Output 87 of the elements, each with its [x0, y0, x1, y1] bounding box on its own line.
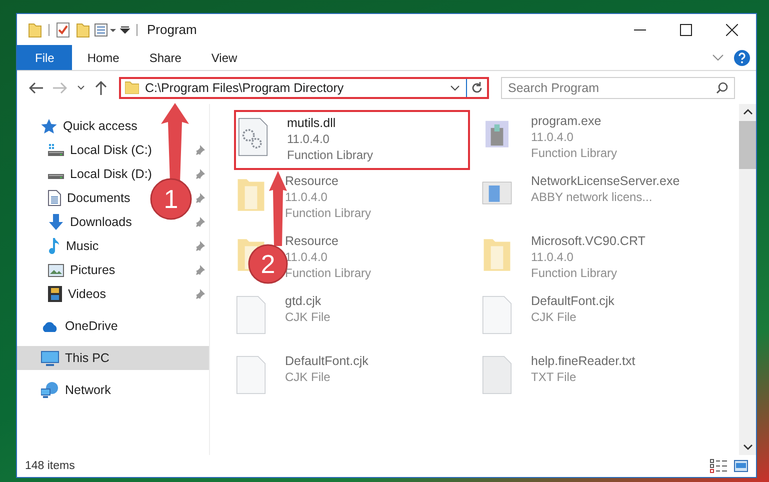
blank-file-icon — [236, 293, 266, 337]
text-file-icon — [482, 353, 512, 397]
drive-icon — [48, 143, 64, 157]
scroll-up-icon[interactable] — [742, 109, 752, 115]
film-icon — [48, 286, 62, 302]
pin-icon[interactable] — [195, 265, 205, 275]
file-name: NetworkLicenseServer.exe — [531, 173, 680, 189]
expand-ribbon-icon[interactable] — [712, 54, 724, 62]
step-badge: 1 — [150, 178, 192, 220]
scroll-down-icon[interactable] — [742, 444, 752, 450]
file-name: program.exe — [531, 113, 602, 129]
sidebar-item[interactable]: Quick access — [17, 114, 209, 138]
gear-file-icon — [238, 115, 268, 159]
up-icon[interactable] — [95, 80, 107, 94]
document-icon — [48, 190, 61, 206]
dropdown-icon[interactable] — [450, 84, 460, 90]
file-name: DefaultFont.cjk — [285, 353, 368, 369]
maximize-icon[interactable] — [680, 24, 692, 36]
sidebar-item[interactable]: Downloads — [70, 215, 132, 229]
file-type: Function Library — [531, 265, 618, 281]
drive-icon — [48, 174, 64, 178]
scrollbar-thumb[interactable] — [739, 121, 756, 169]
scrollbar[interactable] — [739, 104, 756, 455]
address-bar[interactable]: C:\Program Files\Program Directory — [119, 76, 489, 98]
pin-icon[interactable] — [195, 217, 205, 227]
file-type: Function Library — [287, 147, 374, 163]
quick-access-toolbar-icon[interactable] — [27, 20, 139, 38]
sidebar-item[interactable]: Pictures — [70, 263, 116, 277]
file-name: mutils.dll — [287, 115, 337, 131]
computer-icon — [41, 350, 59, 366]
file-type: Function Library — [285, 265, 372, 281]
download-icon — [48, 214, 64, 230]
file-name: Resource — [285, 233, 340, 249]
file-type: Function Library — [531, 145, 618, 161]
pin-icon[interactable] — [195, 145, 205, 155]
file-type: CJK File — [285, 309, 330, 325]
file-type: Function Library — [285, 205, 372, 221]
sidebar-item[interactable]: Local Disk (C:) — [70, 143, 152, 157]
file-type: ABBY network licens... — [531, 189, 654, 205]
file-name: help.fineReader.txt — [531, 353, 636, 369]
close-icon[interactable] — [726, 24, 738, 36]
pin-icon[interactable] — [195, 241, 205, 251]
blank-file-icon — [236, 353, 266, 397]
sidebar-item[interactable]: Documents — [67, 191, 130, 205]
blank-file-icon — [482, 293, 512, 337]
star-icon — [41, 118, 57, 134]
ribbon-tab[interactable]: View — [196, 45, 252, 70]
file-name: Resource — [285, 173, 340, 189]
file-name: gtd.cjk — [285, 293, 322, 309]
search-field[interactable]: Search Program — [501, 76, 735, 98]
file-version: 11.0.4.0 — [531, 129, 574, 145]
sidebar-item[interactable]: Music — [66, 239, 99, 253]
ribbon-tab[interactable]: File — [17, 45, 72, 70]
file-item[interactable]: mutils.dll 11.0.4.0 Function Library — [234, 110, 470, 170]
folder-icon — [125, 81, 139, 94]
file-version: 11.0.4.0 — [285, 249, 328, 265]
file-type: CJK File — [531, 309, 578, 325]
pin-icon[interactable] — [195, 169, 205, 179]
cloud-icon — [41, 320, 59, 332]
back-icon[interactable] — [29, 82, 43, 94]
pin-icon[interactable] — [195, 193, 205, 203]
network-icon — [41, 382, 59, 398]
window-title: Program — [147, 22, 197, 37]
sidebar-item[interactable]: Local Disk (D:) — [70, 167, 152, 181]
file-version: 11.0.4.0 — [287, 131, 330, 147]
details-view-icon[interactable] — [710, 459, 728, 473]
ribbon-tab[interactable]: Share — [134, 45, 196, 70]
file-version: 11.0.4.0 — [531, 249, 574, 265]
music-note-icon — [48, 238, 60, 254]
ribbon-tab[interactable]: Home — [72, 45, 134, 70]
recent-locations-icon[interactable] — [77, 85, 85, 90]
pictures-icon — [48, 264, 64, 276]
file-name: DefaultFont.cjk — [531, 293, 614, 309]
sidebar-item[interactable]: OneDrive — [17, 314, 209, 338]
item-count: 148 items — [25, 460, 75, 472]
sidebar-item[interactable]: Network — [17, 378, 209, 402]
large-icons-view-icon[interactable] — [734, 460, 748, 472]
sidebar-item[interactable]: Videos — [68, 287, 106, 301]
file-name: Microsoft.VC90.CRT — [531, 233, 646, 249]
refresh-icon[interactable] — [471, 82, 483, 94]
search-icon — [716, 82, 728, 94]
file-version: 11.0.4.0 — [285, 189, 328, 205]
file-type: TXT File — [531, 369, 578, 385]
pin-icon[interactable] — [195, 289, 205, 299]
help-icon[interactable] — [734, 50, 750, 66]
sidebar-item[interactable]: This PC — [17, 346, 209, 370]
file-type: CJK File — [285, 369, 332, 385]
